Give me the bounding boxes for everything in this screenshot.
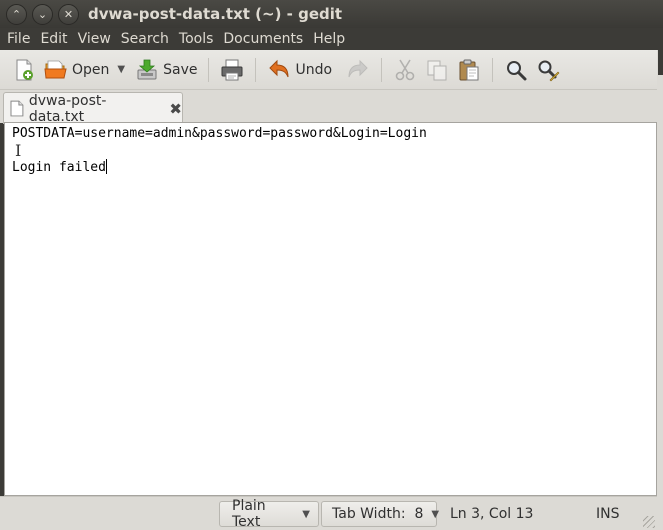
menu-file[interactable]: File [2,28,35,50]
open-label: Open [72,61,110,78]
ibeam-cursor-icon: I [15,141,22,160]
toolbar-separator [208,57,210,82]
editor-line: POSTDATA=username=admin&password=passwor… [12,126,427,141]
chevron-down-icon: ▼ [302,508,310,520]
find-replace-button[interactable] [532,54,564,86]
menu-documents[interactable]: Documents [218,28,308,50]
menu-search[interactable]: Search [116,28,174,50]
title-bar: ⌃ ⌄ ✕ dvwa-post-data.txt (~) - gedit [0,0,663,28]
cut-icon [395,59,415,80]
toolbar-separator [255,57,257,82]
open-folder-icon [44,60,67,78]
editor-line: ​ [12,142,427,159]
search-icon [507,60,527,80]
find-replace-icon [538,60,560,81]
cut-button[interactable] [389,54,421,86]
open-button[interactable]: Open [40,54,113,86]
language-selector[interactable]: Plain Text ▼ [219,498,319,530]
copy-button[interactable] [421,54,453,86]
editor-content[interactable]: POSTDATA=username=admin&password=passwor… [12,125,427,176]
print-button[interactable] [216,54,248,86]
undo-label: Undo [295,61,333,78]
close-window-button[interactable]: ✕ [58,3,79,25]
window-edge [657,50,663,530]
new-button[interactable] [8,54,40,86]
open-recent-dropdown-icon[interactable]: ▼ [117,64,125,75]
new-document-icon [16,59,33,80]
copy-icon [427,60,447,80]
language-label: Plain Text [232,498,266,530]
document-tabs: dvwa-post-data.txt ✖ [0,90,657,125]
text-editor[interactable]: POSTDATA=username=admin&password=passwor… [4,122,657,496]
toolbar: Open ▼ Save Undo [0,50,657,90]
menu-edit[interactable]: Edit [35,28,72,50]
cursor-position: Ln 3, Col 13 [450,506,534,522]
tab-dvwa-post-data[interactable]: dvwa-post-data.txt ✖ [3,92,183,125]
insert-mode-indicator: INS [596,506,620,522]
paste-button[interactable] [453,54,485,86]
resize-grip[interactable] [643,516,655,528]
print-icon [221,59,243,80]
find-button[interactable] [500,54,532,86]
menu-help[interactable]: Help [308,28,350,50]
text-caret [105,159,107,174]
toolbar-separator [492,57,494,82]
paste-icon [459,59,479,80]
undo-button[interactable]: Undo [263,54,336,86]
save-button[interactable]: Save [131,54,201,86]
status-bar: Plain Text ▼ Tab Width: 8 ▼ Ln 3, Col 13… [0,496,657,530]
close-tab-icon[interactable]: ✖ [169,100,182,118]
save-icon [137,59,157,79]
editor-line-text: Login failed [12,160,106,175]
menu-view[interactable]: View [73,28,116,50]
editor-line: Login failed [12,159,427,176]
menu-bar: File Edit View Search Tools Documents He… [0,28,663,50]
maximize-button[interactable]: ⌄ [32,3,53,25]
save-label: Save [163,61,198,78]
menu-tools[interactable]: Tools [174,28,219,50]
toolbar-separator [381,57,383,82]
tab-label: dvwa-post-data.txt [28,92,107,125]
minimize-button[interactable]: ⌃ [6,3,27,25]
redo-button[interactable] [342,54,374,86]
window-edge-shadow [658,50,663,75]
text-file-icon [10,100,24,117]
tab-width-selector[interactable]: Tab Width: 8 ▼ [321,501,440,527]
undo-icon [269,59,289,77]
window-title: dvwa-post-data.txt (~) - gedit [88,5,343,23]
tab-width-label: Tab Width: 8 [332,506,424,522]
chevron-down-icon: ▼ [431,508,440,520]
redo-icon [348,59,368,77]
